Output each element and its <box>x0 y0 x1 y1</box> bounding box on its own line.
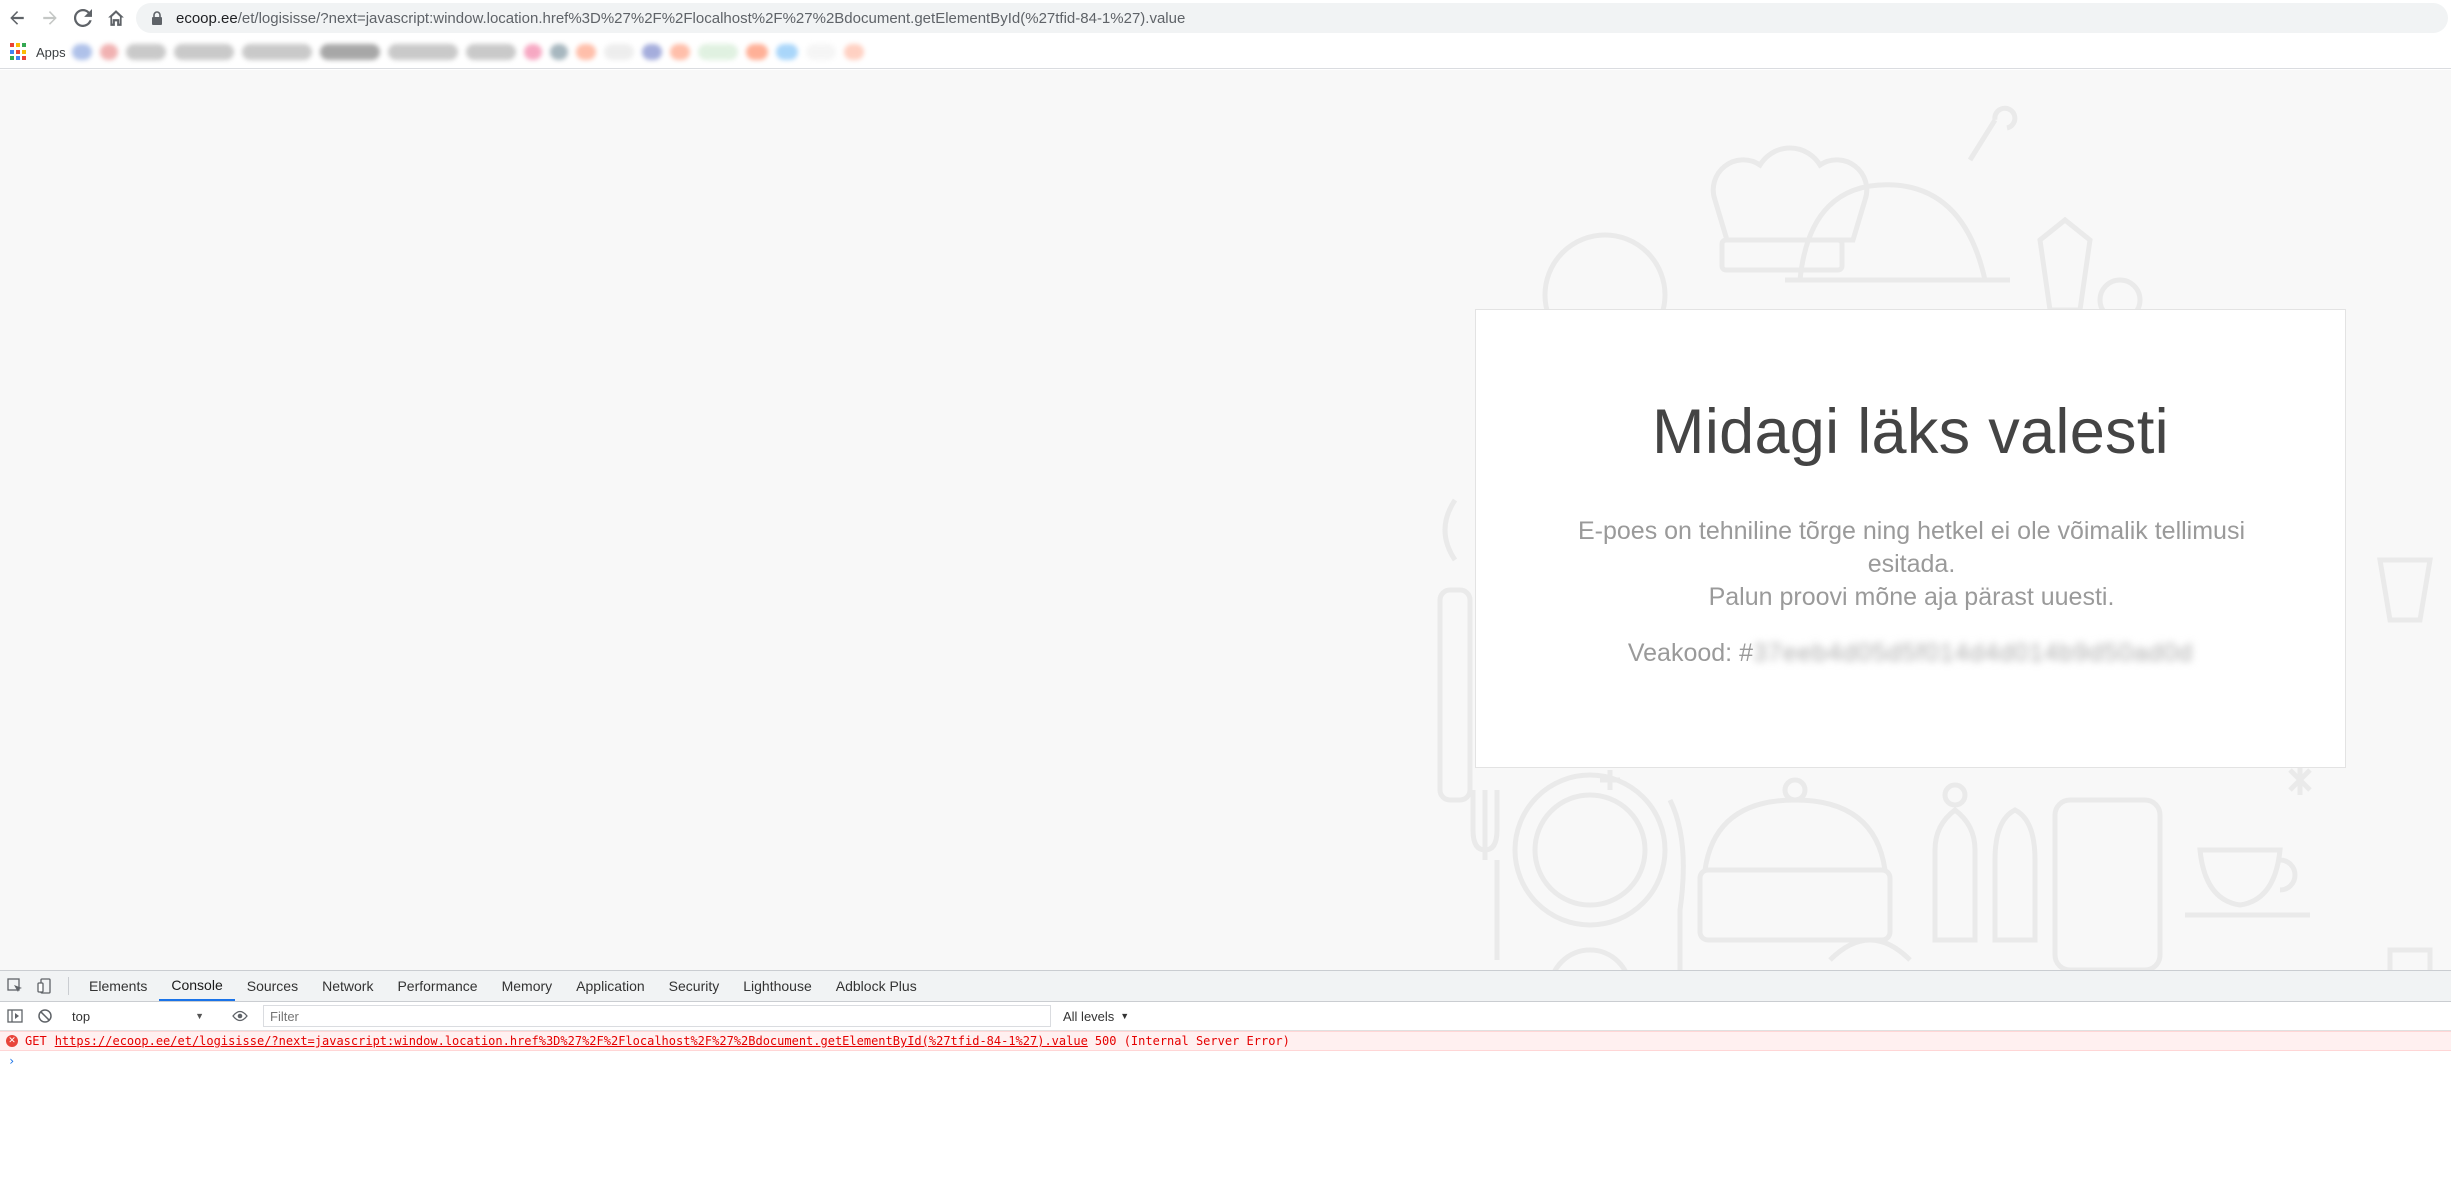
forward-button[interactable] <box>33 0 66 36</box>
tabbar-separator <box>68 977 69 995</box>
tab-memory[interactable]: Memory <box>490 971 565 1001</box>
apps-grid-icon[interactable] <box>10 43 28 61</box>
blurred-bookmarks <box>71 44 864 60</box>
tab-console[interactable]: Console <box>159 971 235 1001</box>
page-viewport: Midagi läks valesti E-poes on tehniline … <box>0 70 2451 970</box>
inspect-element-button[interactable] <box>0 971 30 1001</box>
console-toolbar: top ▼ All levels ▼ <box>0 1002 2451 1031</box>
error-message: E-poes on tehniline tõrge ning hetkel ei… <box>1556 515 2267 614</box>
console-error-message: ✕ GET https://ecoop.ee/et/logisisse/?nex… <box>0 1031 2451 1051</box>
devtools-tabbar: Elements Console Sources Network Perform… <box>0 971 2451 1002</box>
clear-console-button[interactable] <box>30 1008 60 1024</box>
context-value: top <box>72 1008 91 1024</box>
eye-icon <box>232 1010 248 1022</box>
home-button[interactable] <box>99 0 132 36</box>
arrow-right-icon <box>42 11 57 25</box>
back-button[interactable] <box>0 0 33 36</box>
error-message-line1: E-poes on tehniline tõrge ning hetkel ei… <box>1577 517 2246 578</box>
error-title: Midagi läks valesti <box>1652 397 2169 467</box>
tab-lighthouse[interactable]: Lighthouse <box>731 971 824 1001</box>
tab-application[interactable]: Application <box>564 971 657 1001</box>
bookmarks-bar: Apps <box>0 36 2451 69</box>
device-toolbar-button[interactable] <box>30 971 60 1001</box>
log-levels-dropdown[interactable]: All levels ▼ <box>1063 1009 1129 1024</box>
request-method: GET <box>25 1034 47 1048</box>
lock-icon <box>152 11 162 25</box>
address-bar[interactable]: ecoop.ee/et/logisisse/?next=javascript:w… <box>136 3 2448 33</box>
url-host: ecoop.ee <box>176 9 238 27</box>
error-icon: ✕ <box>6 1035 18 1047</box>
context-selector[interactable]: top ▼ <box>68 1005 208 1027</box>
home-icon <box>107 10 124 26</box>
apps-bookmark[interactable]: Apps <box>36 45 66 60</box>
tab-sources[interactable]: Sources <box>235 971 310 1001</box>
chevron-down-icon: ▼ <box>1120 1011 1130 1021</box>
log-levels-label: All levels <box>1063 1008 1115 1024</box>
error-message-line2: Palun proovi mõne aja pärast uuesti. <box>1708 583 2115 611</box>
error-code-value: 37eeb4d05d5f014d4d014b9d50ad0d <box>1752 639 2194 667</box>
prompt-chevron-icon: › <box>8 1054 16 1068</box>
url-path: /et/logisisse/?next=javascript:window.lo… <box>237 9 1186 27</box>
reload-button[interactable] <box>66 0 99 36</box>
inspect-cursor-icon <box>7 978 22 992</box>
tab-network[interactable]: Network <box>310 971 385 1001</box>
tab-adblock-plus[interactable]: Adblock Plus <box>824 971 929 1001</box>
live-expression-button[interactable] <box>225 1008 255 1024</box>
error-code-label: Veakood: # <box>1627 639 1753 667</box>
console-filter-input[interactable] <box>263 1005 1051 1027</box>
request-url-link[interactable]: https://ecoop.ee/et/logisisse/?next=java… <box>55 1034 1088 1048</box>
sidebar-toggle-icon <box>7 1009 23 1023</box>
error-card: Midagi läks valesti E-poes on tehniline … <box>1475 309 2346 768</box>
response-status: 500 (Internal Server Error) <box>1094 1034 1290 1048</box>
tab-security[interactable]: Security <box>657 971 732 1001</box>
tab-performance[interactable]: Performance <box>385 971 489 1001</box>
tab-elements[interactable]: Elements <box>77 971 159 1001</box>
reload-icon <box>73 9 92 27</box>
browser-toolbar: ecoop.ee/et/logisisse/?next=javascript:w… <box>0 0 2451 36</box>
error-code: Veakood: #37eeb4d05d5f014d4d014b9d50ad0d <box>1476 639 2345 668</box>
arrow-left-icon <box>9 11 24 25</box>
device-icon <box>37 978 51 994</box>
devtools-panel: Elements Console Sources Network Perform… <box>0 970 2451 1181</box>
show-sidebar-button[interactable] <box>0 1008 30 1024</box>
console-prompt[interactable]: › <box>0 1051 2451 1071</box>
clear-icon <box>38 1009 52 1023</box>
dropdown-arrow-icon: ▼ <box>195 1011 204 1021</box>
